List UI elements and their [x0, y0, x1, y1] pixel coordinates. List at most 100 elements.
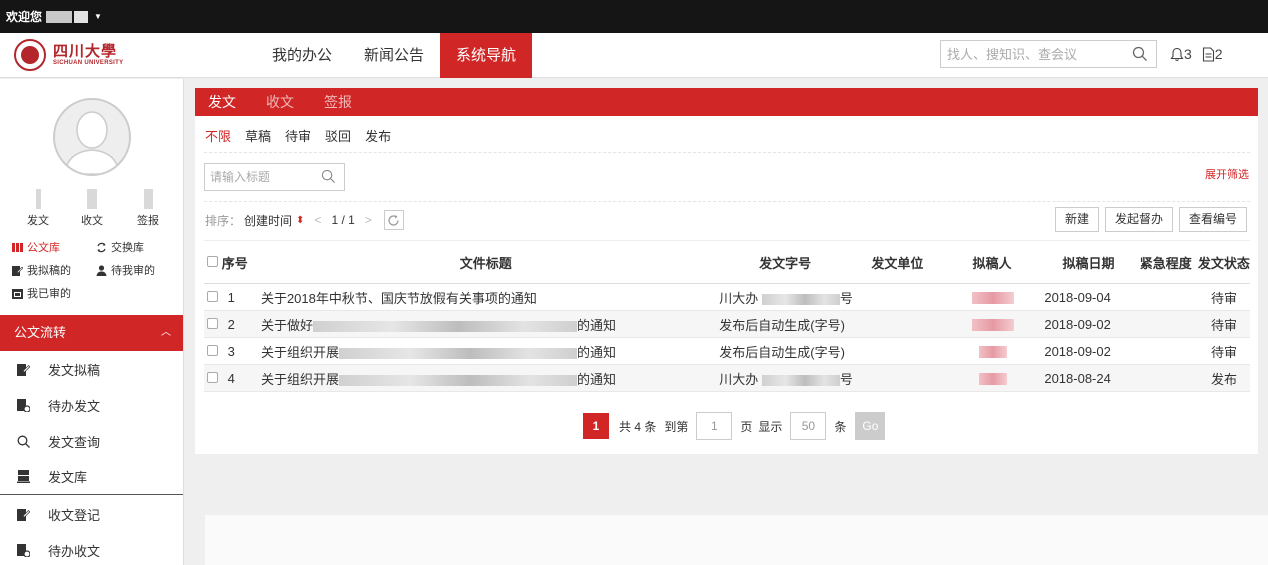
menu-section-doc-flow[interactable]: 公文流转 ︿	[0, 315, 183, 351]
library-grid-icon	[12, 242, 23, 252]
username-redacted[interactable]	[46, 10, 73, 23]
quick-pending-review-label: 待我审的	[111, 265, 155, 277]
user-menu-caret-icon[interactable]: ▼	[94, 12, 102, 21]
quick-doc-library[interactable]: 公文库	[12, 239, 60, 255]
row-status: 发布	[1211, 371, 1238, 387]
document-panel: 发文 收文 签报 不限 草稿 待审 驳回 发布 展开筛选 排序： 创建时间 ⬍ …	[195, 88, 1258, 454]
row-title-link[interactable]: 关于2018年中秋节、国庆节放假有关事项的通知	[261, 288, 719, 307]
row-no: 4	[227, 370, 235, 386]
sort-arrows-icon[interactable]: ⬍	[296, 215, 304, 226]
stat-receive-label: 收文	[81, 215, 103, 227]
col-author: 拟稿人	[972, 255, 1012, 271]
tab-send[interactable]: 发文	[208, 92, 236, 112]
user-icon	[96, 264, 107, 276]
row-checkbox[interactable]	[207, 344, 218, 356]
bell-icon	[1170, 47, 1184, 61]
filter-published[interactable]: 发布	[365, 126, 391, 145]
global-search-input[interactable]	[941, 41, 1127, 67]
university-logo[interactable]: 四川大學 SICHUAN UNIVERSITY	[14, 39, 123, 71]
next-page-icon[interactable]: >	[365, 213, 372, 227]
menu-item-pending-receive[interactable]: 待办收文	[0, 532, 183, 565]
menu-item-draft-send[interactable]: 发文拟稿	[0, 351, 183, 387]
search-icon[interactable]	[321, 169, 336, 184]
tab-receive[interactable]: 收文	[266, 92, 294, 112]
col-status: 发文状态	[1197, 255, 1250, 271]
expand-filters-link[interactable]: 展开筛选	[1205, 166, 1249, 182]
view-number-button[interactable]: 查看编号	[1178, 207, 1247, 232]
logo-english-name: SICHUAN UNIVERSITY	[53, 60, 124, 66]
table-row[interactable]: 2 关于做好 的通知 发布后自动生成(字号) 2018-09-02 待审	[204, 311, 1250, 338]
calendar-check-icon	[12, 288, 23, 299]
chevron-up-icon[interactable]: ︿	[161, 315, 171, 351]
table-row[interactable]: 4 关于组织开展 的通知 川大办 号 2018-08-24 发布	[204, 365, 1250, 392]
nav-news[interactable]: 新闻公告	[348, 33, 440, 78]
menu-item-label: 发文库	[48, 470, 88, 485]
quick-reviewed[interactable]: 我已审的	[12, 285, 71, 301]
filter-pending[interactable]: 待审	[285, 126, 311, 145]
col-no: 序号	[221, 255, 248, 271]
show-label: 显示	[758, 419, 783, 434]
refresh-button[interactable]	[383, 210, 404, 230]
start-supervision-button[interactable]: 发起督办	[1104, 207, 1173, 232]
quick-pending-review[interactable]: 待我审的	[96, 262, 155, 278]
row-checkbox[interactable]	[207, 290, 218, 302]
menu-item-label: 发文查询	[48, 434, 101, 450]
page-unit-label: 页	[740, 419, 753, 434]
row-title-link[interactable]: 关于组织开展 的通知	[261, 369, 719, 388]
menu-item-label: 收文登记	[48, 507, 101, 523]
menu-item-register-receive[interactable]: 收文登记	[0, 496, 183, 532]
avatar[interactable]	[53, 98, 131, 176]
row-author-redacted	[943, 290, 1045, 305]
search-icon[interactable]	[1132, 46, 1148, 62]
new-button[interactable]: 新建	[1054, 207, 1099, 232]
menu-item-pending-send[interactable]: 待办发文	[0, 387, 183, 423]
menu-item-label: 待办发文	[48, 398, 101, 414]
stat-send-label: 发文	[27, 215, 49, 227]
stat-send[interactable]: 发文	[13, 189, 63, 228]
nav-system-navigation[interactable]: 系统导航	[440, 33, 533, 78]
global-search	[940, 40, 1157, 68]
page-size-input[interactable]: 50	[790, 412, 827, 440]
table-row[interactable]: 1 关于2018年中秋节、国庆节放假有关事项的通知 川大办 号 2018-09-…	[204, 284, 1250, 311]
tab-report[interactable]: 签报	[324, 92, 352, 112]
top-bar: 欢迎您 ▼	[0, 0, 1268, 33]
main-nav: 我的办公 新闻公告 系统导航	[256, 33, 533, 78]
prev-page-icon[interactable]: <	[314, 213, 321, 227]
row-date: 2018-08-24	[1044, 370, 1111, 386]
filter-rejected[interactable]: 驳回	[325, 126, 351, 145]
username-redacted-2[interactable]	[74, 10, 89, 23]
row-date: 2018-09-02	[1044, 343, 1111, 359]
welcome-text: 欢迎您	[6, 10, 43, 24]
page-1-button[interactable]: 1	[583, 413, 609, 439]
sort-bar: 排序： 创建时间 ⬍ < 1 / 1 >	[205, 210, 404, 230]
university-seal-icon	[14, 39, 46, 71]
row-checkbox[interactable]	[207, 317, 218, 329]
notification-button[interactable]: 3	[1170, 46, 1197, 62]
panel-tabs: 发文 收文 签报	[195, 88, 1258, 116]
document-button[interactable]: 2	[1202, 46, 1228, 62]
go-button[interactable]: Go	[855, 412, 886, 440]
row-code: 发布后自动生成(字号)	[719, 317, 845, 333]
menu-item-send-library[interactable]: 发文库	[0, 459, 183, 495]
filter-draft[interactable]: 草稿	[245, 126, 271, 145]
row-title-link[interactable]: 关于做好 的通知	[261, 315, 719, 334]
edit-doc-icon	[16, 508, 30, 521]
archive-icon	[16, 470, 30, 483]
row-title-link[interactable]: 关于组织开展 的通知	[261, 342, 719, 361]
menu-item-search-send[interactable]: 发文查询	[0, 423, 183, 459]
pending-doc-icon	[16, 543, 30, 557]
goto-page-input[interactable]: 1	[696, 412, 733, 440]
sort-select[interactable]: 创建时间	[244, 212, 292, 229]
nav-my-office[interactable]: 我的办公	[256, 33, 348, 78]
select-all-checkbox[interactable]	[207, 255, 218, 267]
stat-report[interactable]: 签报	[123, 189, 173, 228]
table-row[interactable]: 3 关于组织开展 的通知 发布后自动生成(字号) 2018-09-02 待审	[204, 338, 1250, 365]
quick-exchange-library[interactable]: 交换库	[96, 239, 144, 255]
row-checkbox[interactable]	[207, 371, 218, 383]
header-icons: 3 2	[1170, 46, 1233, 62]
filter-all[interactable]: 不限	[205, 126, 231, 145]
stat-receive[interactable]: 收文	[67, 189, 117, 228]
quick-my-drafts[interactable]: 我拟稿的	[12, 262, 71, 278]
col-unit: 发文单位	[871, 255, 924, 271]
title-search-input[interactable]	[205, 164, 315, 190]
